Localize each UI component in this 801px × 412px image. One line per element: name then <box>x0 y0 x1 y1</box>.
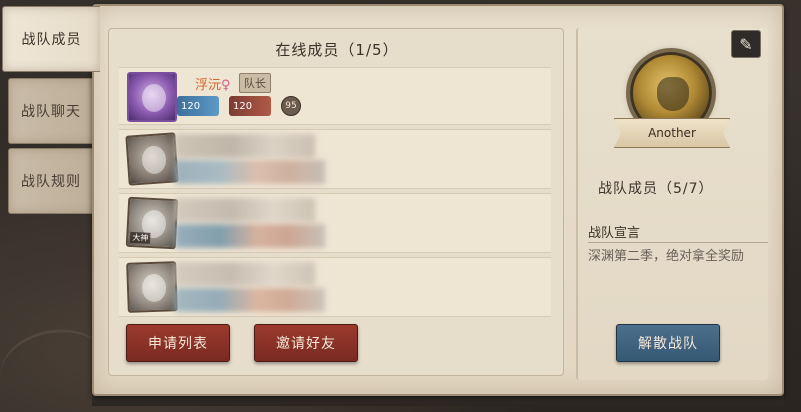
tab-team-members[interactable]: 战队成员 <box>2 6 100 72</box>
redacted-badges <box>175 288 325 312</box>
tab-team-chat[interactable]: 战队聊天 <box>8 78 94 144</box>
avatar[interactable] <box>125 132 179 186</box>
members-title: 在线成员（1/5） <box>275 41 399 59</box>
redacted-name <box>175 134 315 158</box>
disband-team-button[interactable]: 解散战队 <box>616 324 720 362</box>
hunter-level-badge: 120 <box>229 96 271 116</box>
member-row-leader[interactable]: 浮沅♀ 队长 120 120 95 <box>119 67 551 125</box>
avatar[interactable] <box>126 261 178 313</box>
member-name-text: 浮沅 <box>195 78 222 93</box>
wrench-icon[interactable]: ✎ <box>731 30 761 58</box>
avatar-face <box>141 145 168 175</box>
team-name-ribbon: Another <box>614 118 730 148</box>
gas-mask-icon <box>657 77 689 111</box>
apply-list-button[interactable]: 申请列表 <box>126 324 230 362</box>
member-row[interactable] <box>119 257 551 317</box>
divider <box>588 242 768 243</box>
declaration-text: 深渊第二季，绝对拿全奖励 <box>588 249 745 264</box>
redacted-name <box>175 198 315 222</box>
member-row[interactable]: 大神 <box>119 193 551 253</box>
avatar[interactable]: 大神 <box>125 196 179 250</box>
tab-bar: 战队成员 战队聊天 战队规则 <box>0 0 100 412</box>
leader-badge: 队长 <box>239 73 271 93</box>
avatar-tag: 大神 <box>129 231 151 244</box>
team-member-count: 战队成员（5/7） <box>598 181 714 197</box>
avatar-face <box>142 84 166 112</box>
redacted-badges <box>175 160 325 184</box>
tab-team-rules[interactable]: 战队规则 <box>8 148 94 214</box>
redacted-name <box>175 262 315 286</box>
declaration-title: 战队宣言 <box>588 226 641 241</box>
gender-icon: ♀ <box>221 78 231 93</box>
survivor-level-badge: 120 <box>177 96 219 116</box>
invite-friends-button[interactable]: 邀请好友 <box>254 324 358 362</box>
member-name: 浮沅♀ <box>195 74 231 93</box>
member-row[interactable] <box>119 129 551 189</box>
avatar-face <box>141 273 167 303</box>
avatar[interactable] <box>127 72 177 122</box>
redacted-badges <box>175 224 325 248</box>
player-level-badge: 95 <box>281 96 301 116</box>
